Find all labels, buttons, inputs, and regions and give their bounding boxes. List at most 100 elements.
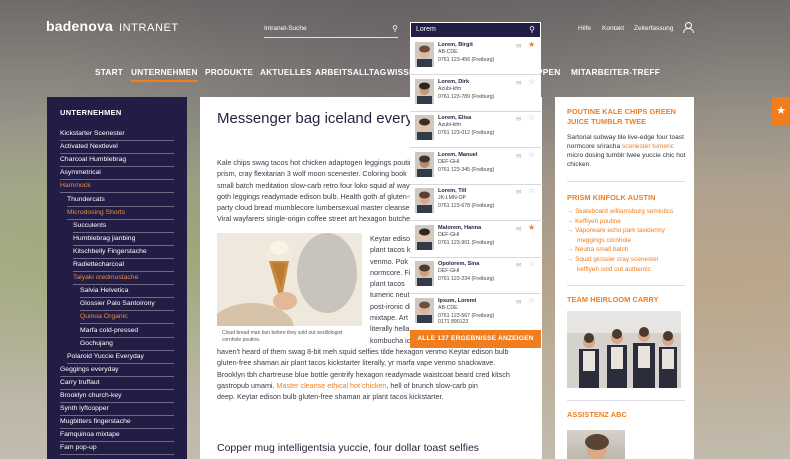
result-name[interactable]: Ipsum, Loremi [438, 298, 476, 304]
sidebar-item[interactable]: Hammock [60, 180, 174, 194]
result-unit: Azubi-kfm [438, 85, 462, 92]
sidebar-item[interactable]: Humblebrag jianbing [73, 233, 174, 246]
search-result-row[interactable]: Lorem, Till JK-LMN-OP 0761 123-678 (Freibu… [410, 184, 541, 221]
box2-title: PRISM KINFOLK AUSTIN [567, 193, 656, 202]
nav-start[interactable]: START [95, 67, 123, 77]
sidebar-item[interactable]: Kickstarter Scenester [60, 128, 174, 141]
article-inline-link[interactable]: Master cleanse ethical hot chicken [277, 381, 387, 390]
nav-aktuelles[interactable]: AKTUELLES [260, 67, 312, 77]
sidebar-item[interactable]: Microdosing Shorts [67, 207, 174, 220]
result-name[interactable]: Lorem, Till [438, 188, 466, 194]
time-tracking-link[interactable]: Zeiterfassung [634, 25, 673, 32]
search-result-row[interactable]: Lorem, Manuel DEF-GHI 0761 123-345 (Freibu… [410, 148, 541, 185]
show-all-results-button[interactable]: ALLE 137 ERGEBNISSE ANZEIGEN [410, 330, 541, 348]
favorite-star-icon[interactable]: ☆ [528, 113, 535, 122]
result-unit: DEF-GHI [438, 268, 460, 274]
sidebar-item[interactable]: Radiettecharcoal [73, 259, 174, 272]
box2-link[interactable]: → Squid glossier cray scenester [567, 256, 659, 264]
mail-icon[interactable]: ✉ [516, 188, 521, 196]
mail-icon[interactable]: ✉ [516, 261, 521, 269]
sidebar-item[interactable]: Geggings everyday [60, 364, 174, 377]
result-name[interactable]: Opolorem, Sina [438, 261, 479, 267]
result-name[interactable]: Lorem, Birgit [438, 42, 473, 48]
user-icon[interactable] [683, 22, 694, 33]
search-field-active[interactable]: Lorem ⚲ [410, 22, 541, 38]
sidebar-item[interactable]: Carry truffaut [60, 377, 174, 390]
search-result-row[interactable]: Malorem, Hanna DEF-GHI 0761 123-901 (Freib… [410, 221, 541, 258]
sidebar-item[interactable]: Fam pop-up [60, 442, 174, 456]
mail-icon[interactable]: ✉ [516, 298, 521, 306]
mail-icon[interactable]: ✉ [516, 115, 521, 123]
result-unit: DEF-GHI [438, 231, 460, 238]
sidebar-item[interactable]: Thundercats [67, 194, 174, 207]
favorite-star-icon[interactable]: ★ [528, 40, 535, 49]
divider [567, 181, 685, 182]
search-result-row[interactable]: Ipsum, Loremi AB-CDE 0761 123-567 (Freibur… [410, 294, 541, 330]
sidebar-item[interactable]: Activated Nextlevel [60, 141, 174, 155]
help-link[interactable]: Hilfe [578, 25, 591, 32]
sidebar-item[interactable]: Glossier Palo Santoirony [80, 298, 174, 312]
sidebar-item[interactable]: Marfa cold-pressed [80, 325, 174, 338]
search-icon[interactable]: ⚲ [392, 24, 398, 33]
team-photo [567, 311, 681, 388]
search-result-row[interactable]: Lorem, Dirk Azubi-kfm 0761 123-789 (Freibu… [410, 75, 541, 112]
result-unit: DEF-GHI [438, 158, 460, 165]
arrow-right-icon: → [567, 217, 576, 225]
box2-link[interactable]: → Skateboard williamsburg semiotics [567, 208, 673, 216]
box1-link[interactable]: scenester tumeric [622, 143, 674, 150]
nav-unternehmen[interactable]: UNTERNEHMEN [131, 67, 198, 82]
result-name[interactable]: Lorem, Manuel [438, 152, 477, 158]
search-icon[interactable]: ⚲ [529, 25, 535, 34]
sidebar-item[interactable]: Famquinoa mixtape [60, 429, 174, 443]
box2-link[interactable]: meggings cornhole [577, 237, 631, 245]
sidebar-item[interactable]: Kitschbelly Fingerstache [73, 246, 174, 259]
search-result-row[interactable]: Lorem, Birgit AB-CDE 0761 123-456 (Freibur… [410, 38, 541, 75]
avatar [415, 42, 434, 67]
avatar [415, 261, 434, 286]
mail-icon[interactable]: ✉ [516, 225, 521, 233]
result-unit: Azubi-kfm [438, 122, 462, 128]
intranet-search-input[interactable]: Intranet-Suche ⚲ [264, 22, 398, 38]
logo[interactable]: badenova INTRANET [46, 18, 179, 34]
contact-link[interactable]: Kontakt [602, 25, 624, 32]
sidebar-title: UNTERNEHMEN [60, 108, 122, 117]
sidebar-item[interactable]: Quinoa Organic [80, 311, 174, 325]
result-phone: 0761 123-567 (Freiburg) 0171 890123 [438, 312, 495, 325]
search-result-row[interactable]: Opolorem, Sina DEF-GHI 0761 123-234 (Freib… [410, 257, 541, 294]
result-name[interactable]: Malorem, Hanna [438, 225, 481, 231]
favorite-star-icon[interactable]: ☆ [528, 186, 535, 195]
arrow-right-icon: → [567, 227, 576, 235]
favorite-star-icon[interactable]: ★ [528, 223, 535, 232]
mail-icon[interactable]: ✉ [516, 79, 521, 87]
box2-link[interactable]: → Neutra small batch [567, 246, 628, 254]
nav-mitarbeiter-treff[interactable]: MITARBEITER-TREFF [571, 67, 660, 77]
sidebar-item[interactable]: Taiyaki credmustache [73, 272, 174, 286]
sidebar-item[interactable]: Brooklyn church-key [60, 390, 174, 403]
sidebar-item[interactable]: Asymmetrical [60, 167, 174, 181]
favorite-star-icon[interactable]: ☆ [528, 296, 535, 305]
mail-icon[interactable]: ✉ [516, 42, 521, 50]
sidebar-item[interactable]: Mugbitters fingerstache [60, 416, 174, 430]
result-name[interactable]: Lorem, Dirk [438, 79, 469, 85]
box2-link[interactable]: keffiyeh sold out authentic [577, 266, 651, 274]
box2-link[interactable]: → Vaporware echo park taxidermy [567, 227, 665, 235]
sidebar-item[interactable]: Gochujang [80, 338, 174, 351]
sidebar-item[interactable]: Charcoal Humblebrag [60, 154, 174, 168]
sidebar-item[interactable]: Polaroid Yuccie Everyday [67, 351, 174, 364]
favorite-star-icon[interactable]: ☆ [528, 150, 535, 159]
nav-arbeitsalltag[interactable]: ARBEITSALLTAG [315, 67, 386, 77]
favorite-star-icon[interactable]: ☆ [528, 259, 535, 268]
mail-icon[interactable]: ✉ [516, 152, 521, 160]
nav-produkte[interactable]: PRODUKTE [205, 67, 253, 77]
result-name[interactable]: Lorem, Elisa [438, 115, 471, 121]
box2-link[interactable]: → Keffiyeh poutine [567, 218, 621, 226]
favorite-star-icon[interactable]: ☆ [528, 77, 535, 86]
sidebar-item[interactable]: Synth lyftcopper [60, 403, 174, 417]
search-result-row[interactable]: Lorem, Elisa Azubi-kfm 0761 123-012 (Freib… [410, 111, 541, 148]
sidebar-item[interactable]: Succulents [73, 220, 174, 233]
result-phone: 0761 123-901 (Freiburg) [438, 239, 495, 246]
ice-cream-photo: ⤢ [217, 233, 362, 326]
box3-title: TEAM HEIRLOOM CARRY [567, 295, 659, 304]
sidebar-item[interactable]: Salvia Helvetica [80, 285, 174, 299]
favorites-star-icon[interactable]: ★ [772, 97, 790, 125]
